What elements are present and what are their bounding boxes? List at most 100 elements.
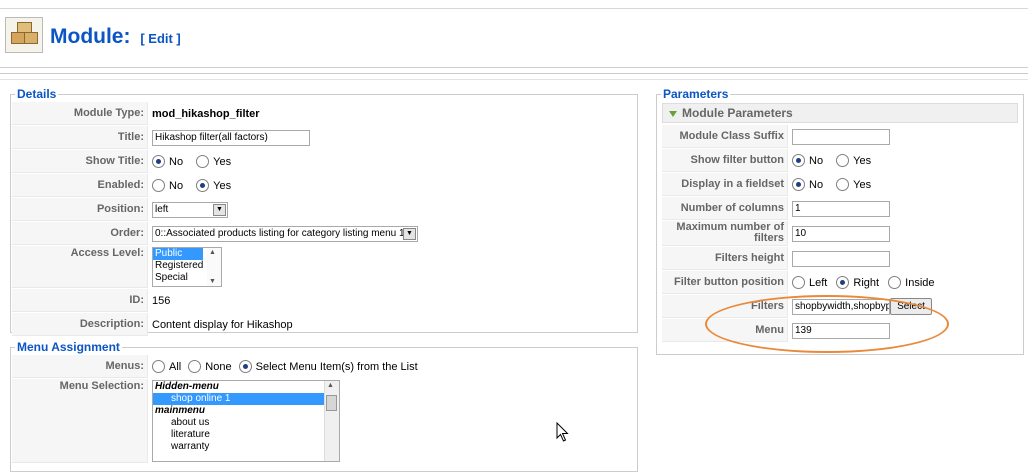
show-filter-yes-label: Yes bbox=[853, 154, 872, 167]
show-title-label: Show Title: bbox=[12, 150, 148, 173]
title-label: Title: bbox=[12, 126, 148, 149]
position-inside-radio[interactable] bbox=[888, 276, 902, 289]
menu-selection-label: Menu Selection: bbox=[12, 379, 148, 463]
header-separator bbox=[0, 73, 1028, 80]
menus-none-label: None bbox=[205, 360, 232, 373]
scroll-up-icon: ▲ bbox=[209, 249, 216, 256]
module-type-value: mod_hikashop_filter bbox=[152, 107, 260, 120]
menus-label: Menus: bbox=[12, 355, 148, 378]
page-title-text: Module: bbox=[50, 25, 131, 48]
show-title-yes-radio[interactable] bbox=[196, 155, 210, 168]
parameters-legend: Parameters bbox=[663, 87, 729, 101]
position-left-radio[interactable] bbox=[792, 276, 805, 289]
order-select[interactable]: 0::Associated products listing for categ… bbox=[152, 225, 418, 242]
row-order: Order: 0::Associated products listing fo… bbox=[12, 222, 636, 245]
module-type-label: Module Type: bbox=[12, 102, 148, 125]
access-option-public[interactable]: Public bbox=[153, 248, 203, 260]
menu-scrollbar[interactable]: ▲ bbox=[324, 381, 339, 461]
enabled-yes-label: Yes bbox=[213, 179, 232, 192]
show-filter-no-radio[interactable] bbox=[792, 154, 805, 167]
menu-assignment-legend: Menu Assignment bbox=[17, 340, 120, 354]
id-label: ID: bbox=[12, 289, 148, 312]
fieldset-yes-label: Yes bbox=[853, 178, 872, 191]
row-position: Position: left ▼ bbox=[12, 198, 636, 221]
description-value: Content display for Hikashop bbox=[152, 318, 293, 331]
row-title: Title: Hikashop filter(all factors) bbox=[12, 126, 636, 149]
mouse-pointer-icon bbox=[556, 422, 569, 442]
position-select[interactable]: left ▼ bbox=[152, 201, 228, 218]
row-button-position: Filter button position Left Right Inside bbox=[662, 271, 1018, 294]
row-show-title: Show Title: No Yes bbox=[12, 150, 636, 173]
scroll-down-icon: ▼ bbox=[209, 278, 216, 285]
menus-none-radio[interactable] bbox=[188, 360, 202, 373]
max-filters-input[interactable]: 10 bbox=[792, 225, 890, 242]
access-level-label: Access Level: bbox=[12, 246, 148, 288]
show-title-no-label: No bbox=[169, 155, 184, 168]
row-menu-selection: Menu Selection: Hidden-menu shop online … bbox=[12, 379, 636, 463]
details-legend: Details bbox=[17, 87, 57, 101]
row-max-filters: Maximum number of filters 10 bbox=[662, 221, 1018, 246]
id-value: 156 bbox=[152, 294, 171, 307]
position-inside-label: Inside bbox=[905, 276, 935, 289]
menu-item-about-us[interactable]: about us bbox=[153, 417, 339, 429]
details-table: Module Type: mod_hikashop_filter Title: … bbox=[11, 101, 637, 337]
module-icon bbox=[5, 17, 43, 53]
show-filter-yes-radio[interactable] bbox=[836, 154, 850, 167]
enabled-no-label: No bbox=[169, 179, 184, 192]
row-id: ID: 156 bbox=[12, 289, 636, 312]
scroll-thumb[interactable] bbox=[326, 395, 337, 411]
height-input[interactable] bbox=[792, 250, 890, 267]
row-menus: Menus: All None Select Menu Item(s) from… bbox=[12, 355, 636, 378]
menus-select-radio[interactable] bbox=[238, 360, 252, 373]
order-value: 0::Associated products listing for categ… bbox=[155, 227, 416, 239]
menu-item-shop-online[interactable]: shop online 1 bbox=[153, 393, 324, 405]
class-suffix-label: Module Class Suffix bbox=[662, 125, 788, 148]
fieldset-yes-radio[interactable] bbox=[836, 178, 850, 191]
scroll-up-icon: ▲ bbox=[327, 382, 334, 389]
menus-all-radio[interactable] bbox=[152, 360, 165, 373]
menus-select-label: Select Menu Item(s) from the List bbox=[255, 360, 418, 373]
expand-triangle-icon bbox=[669, 110, 677, 117]
row-height: Filters height bbox=[662, 247, 1018, 270]
row-access: Access Level: Public Registered Special … bbox=[12, 246, 636, 288]
enabled-label: Enabled: bbox=[12, 174, 148, 197]
columns-label: Number of columns bbox=[662, 197, 788, 220]
chevron-down-icon: ▼ bbox=[403, 227, 416, 240]
columns-input[interactable]: 1 bbox=[792, 200, 890, 217]
show-title-no-radio[interactable] bbox=[152, 155, 165, 168]
row-description: Description: Content display for Hikasho… bbox=[12, 313, 636, 336]
page-title: Module: [ Edit ] bbox=[50, 25, 181, 49]
fieldset-label: Display in a fieldset bbox=[662, 173, 788, 196]
menu-group-main: mainmenu bbox=[155, 405, 206, 416]
show-title-yes-label: Yes bbox=[213, 155, 232, 168]
order-label: Order: bbox=[12, 222, 148, 245]
page-subtitle: [ Edit ] bbox=[140, 31, 181, 46]
access-level-list[interactable]: Public Registered Special ▲ ▼ bbox=[152, 247, 222, 287]
enabled-no-radio[interactable] bbox=[152, 179, 165, 192]
row-module-type: Module Type: mod_hikashop_filter bbox=[12, 102, 636, 125]
position-right-radio[interactable] bbox=[836, 276, 850, 289]
menu-selection-list[interactable]: Hidden-menu shop online 1 mainmenu about… bbox=[152, 380, 340, 462]
details-fieldset: Details Module Type: mod_hikashop_filter… bbox=[10, 87, 638, 336]
menu-item-literature[interactable]: literature bbox=[153, 429, 339, 441]
menu-item-warranty[interactable]: warranty bbox=[153, 441, 339, 453]
description-label: Description: bbox=[12, 313, 148, 336]
row-columns: Number of columns 1 bbox=[662, 197, 1018, 220]
access-scrollbar[interactable]: ▲ ▼ bbox=[207, 248, 221, 286]
title-input[interactable]: Hikashop filter(all factors) bbox=[152, 129, 310, 146]
module-parameters-panel-toggle[interactable]: Module Parameters bbox=[662, 103, 1018, 123]
module-parameters-title: Module Parameters bbox=[682, 106, 793, 120]
enabled-yes-radio[interactable] bbox=[196, 179, 210, 192]
row-enabled: Enabled: No Yes bbox=[12, 174, 636, 197]
chevron-down-icon: ▼ bbox=[213, 203, 226, 216]
fieldset-no-radio[interactable] bbox=[792, 178, 805, 191]
fieldset-no-label: No bbox=[809, 178, 824, 191]
position-label: Position: bbox=[12, 198, 148, 221]
class-suffix-input[interactable] bbox=[792, 128, 890, 145]
top-strip bbox=[0, 0, 1028, 9]
menus-all-label: All bbox=[169, 360, 182, 373]
show-filter-no-label: No bbox=[809, 154, 824, 167]
highlight-annotation-oval bbox=[705, 295, 949, 353]
show-filter-label: Show filter button bbox=[662, 149, 788, 172]
menu-group-hidden: Hidden-menu bbox=[155, 381, 219, 392]
